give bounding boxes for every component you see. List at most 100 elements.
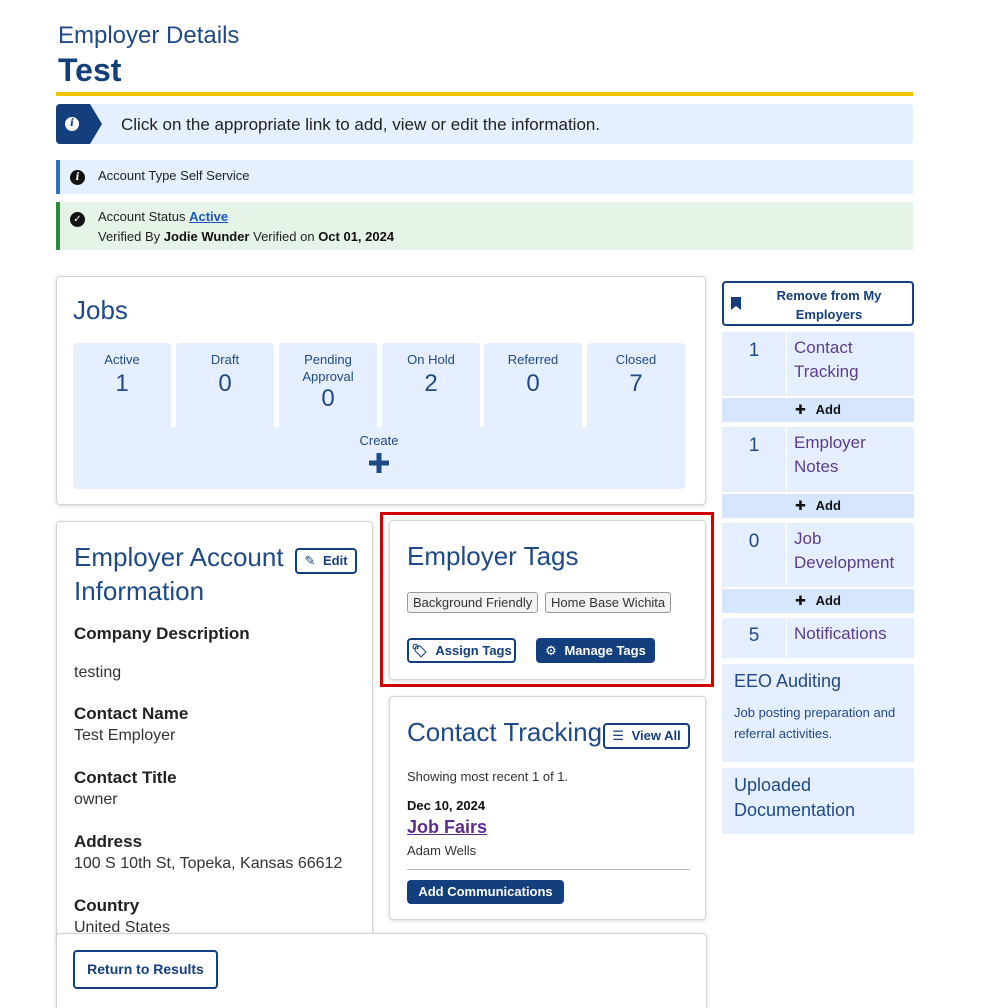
tile-label: Pending Approval	[302, 352, 354, 384]
add-contact-tracking-button[interactable]: ✚ Add	[722, 398, 914, 422]
jobs-tile-pending-approval[interactable]: Pending Approval 0	[279, 343, 377, 437]
field-value: testing	[74, 664, 122, 681]
contact-tracking-card: Contact Tracking ☰ View All Showing most…	[389, 696, 706, 920]
divider	[407, 869, 690, 870]
field-label: Country	[74, 896, 140, 915]
return-to-results-button[interactable]: Return to Results	[73, 950, 218, 989]
info-banner-text: Click on the appropriate link to add, vi…	[121, 115, 601, 134]
eeo-auditing-description: Job posting preparation and referral act…	[734, 705, 896, 741]
breadcrumb: Employer Details	[58, 22, 240, 49]
tile-label: On Hold	[407, 352, 455, 367]
plus-icon	[369, 453, 389, 473]
tile-label: Draft	[210, 352, 240, 367]
remove-button-label: Remove from My Employers	[776, 288, 882, 322]
verified-by-name: Jodie Wunder	[163, 229, 250, 244]
field-label: Contact Title	[74, 768, 177, 787]
title-divider	[56, 92, 913, 96]
info-banner-tab: i	[56, 104, 102, 144]
sidebar-item-contact-tracking[interactable]: 1 Contact Tracking	[722, 332, 914, 396]
add-employer-notes-button[interactable]: ✚ Add	[722, 494, 914, 518]
info-icon: i	[70, 170, 85, 185]
field-label: Address	[74, 832, 143, 851]
field-value: owner	[74, 791, 118, 808]
bottom-action-bar: Return to Results	[56, 933, 707, 1008]
verified-on-label: Verified on	[253, 229, 315, 244]
uploaded-documentation-panel[interactable]: Uploaded Documentation	[722, 768, 914, 834]
sidebar-item-notifications[interactable]: 5 Notifications	[722, 618, 914, 658]
field-label: Contact Name	[74, 704, 189, 723]
info-icon: i	[65, 117, 79, 131]
view-all-label: View All	[631, 728, 681, 743]
contact-tracking-label: Contact Tracking	[794, 338, 859, 381]
plus-icon: ✚	[795, 593, 806, 608]
tile-count: 0	[526, 370, 540, 397]
verification-line: Verified By Jodie Wunder Verified on Oct…	[98, 229, 394, 244]
add-job-development-button[interactable]: ✚ Add	[722, 589, 914, 613]
add-communications-button[interactable]: Add Communications	[407, 880, 564, 904]
account-status-line: Account Status Active	[98, 209, 228, 224]
create-job-label: Create	[359, 433, 399, 448]
add-label: Add	[815, 593, 841, 608]
tile-label: Active	[104, 352, 140, 367]
employer-notes-count: 1	[748, 435, 760, 456]
tile-count: 7	[629, 370, 643, 397]
jobs-tile-active[interactable]: Active 1	[73, 343, 171, 437]
info-banner: i Click on the appropriate link to add, …	[56, 104, 913, 144]
contact-entry-link[interactable]: Job Fairs	[407, 817, 487, 838]
check-circle-icon: ✓	[70, 212, 85, 227]
sidebar-item-employer-notes[interactable]: 1 Employer Notes	[722, 427, 914, 492]
contact-tracking-count: 1	[748, 340, 760, 361]
edit-button[interactable]: ✎ Edit	[295, 548, 357, 574]
create-job-button[interactable]: Create	[73, 427, 685, 489]
column-divider	[786, 523, 787, 587]
contact-tracking-summary: Showing most recent 1 of 1.	[407, 769, 569, 784]
plus-icon: ✚	[795, 402, 806, 417]
notifications-count: 5	[748, 625, 760, 646]
account-status-alert: ✓ Account Status Active Verified By Jodi…	[56, 202, 913, 250]
jobs-tile-closed[interactable]: Closed 7	[587, 343, 685, 437]
account-info-title: Employer Account Information	[74, 542, 284, 606]
tile-count: 0	[218, 370, 232, 397]
jobs-card: Jobs Active 1 Draft 0 Pending Approval 0…	[56, 276, 706, 505]
uploaded-documentation-title: Uploaded Documentation	[734, 775, 856, 820]
verified-by-label: Verified By	[98, 229, 161, 244]
add-label: Add	[815, 498, 841, 513]
column-divider	[786, 618, 787, 658]
highlight-frame	[380, 512, 714, 687]
employer-account-info-card: Employer Account Information ✎ Edit Comp…	[56, 521, 373, 941]
account-status-link[interactable]: Active	[189, 209, 228, 224]
list-icon: ☰	[612, 728, 624, 743]
jobs-tile-draft[interactable]: Draft 0	[176, 343, 274, 437]
field-label: Company Description	[74, 624, 250, 643]
remove-from-my-employers-button[interactable]: Remove from My Employers	[722, 281, 914, 326]
account-type-text: Account Type Self Service	[98, 168, 250, 183]
sidebar-item-job-development[interactable]: 0 Job Development	[722, 523, 914, 587]
verified-on-date: Oct 01, 2024	[318, 229, 395, 244]
edit-label: Edit	[322, 553, 348, 568]
add-label: Add	[815, 402, 841, 417]
tile-label: Closed	[615, 352, 657, 367]
pencil-icon: ✎	[304, 553, 316, 568]
eeo-auditing-panel[interactable]: EEO Auditing Job posting preparation and…	[722, 664, 914, 762]
notifications-label: Notifications	[794, 624, 887, 643]
bookmark-icon	[731, 297, 741, 310]
plus-icon: ✚	[795, 498, 806, 513]
employer-notes-label: Employer Notes	[794, 433, 866, 476]
column-divider	[786, 332, 787, 396]
view-all-button[interactable]: ☰ View All	[603, 723, 690, 749]
tile-count: 0	[321, 385, 335, 412]
column-divider	[786, 427, 787, 492]
jobs-tile-referred[interactable]: Referred 0	[484, 343, 582, 437]
contact-tracking-title: Contact Tracking	[407, 717, 603, 747]
account-type-alert: i Account Type Self Service	[56, 160, 913, 194]
tile-count: 1	[115, 370, 129, 397]
account-status-label: Account Status	[98, 209, 186, 224]
jobs-tile-on-hold[interactable]: On Hold 2	[382, 343, 480, 437]
eeo-auditing-title: EEO Auditing	[734, 671, 842, 691]
job-development-count: 0	[748, 531, 760, 552]
contact-entry-person: Adam Wells	[407, 843, 477, 858]
page-title: Test	[58, 52, 122, 88]
field-value: Test Employer	[74, 727, 176, 744]
jobs-title: Jobs	[73, 295, 128, 325]
contact-date: Dec 10, 2024	[407, 798, 486, 813]
